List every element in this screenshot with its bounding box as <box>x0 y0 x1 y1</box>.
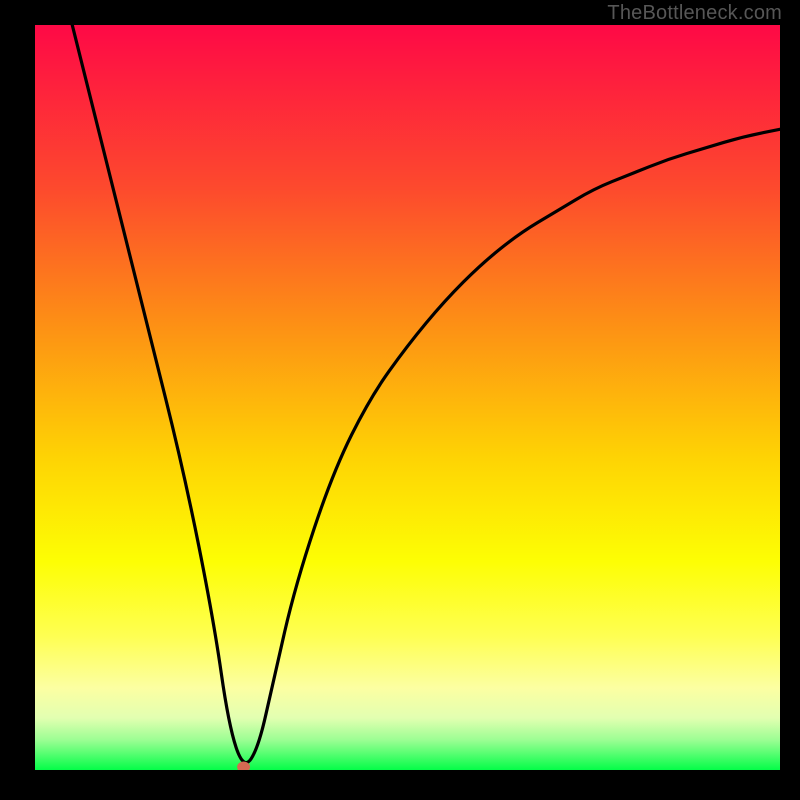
source-attribution: TheBottleneck.com <box>607 2 782 25</box>
chart-frame: TheBottleneck.com <box>0 0 800 800</box>
bottleneck-curve <box>35 25 780 770</box>
plot-area <box>35 25 780 770</box>
